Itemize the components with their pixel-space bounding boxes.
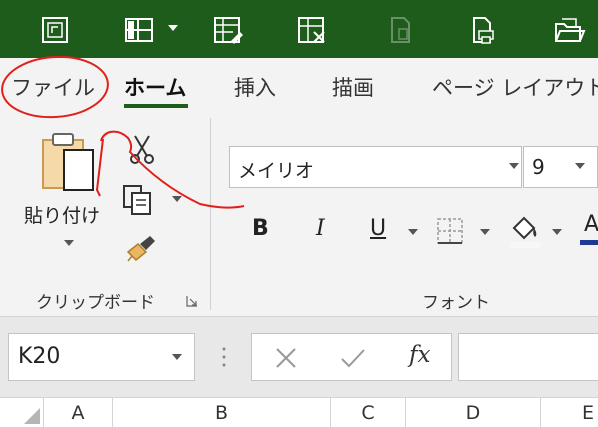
enter-formula-button[interactable] (340, 346, 366, 370)
chevron-down-icon[interactable] (168, 25, 178, 31)
name-box-value: K20 (18, 344, 61, 369)
column-headers: A B C D E (0, 397, 598, 427)
column-header-a[interactable]: A (44, 398, 113, 427)
select-all-button[interactable] (0, 398, 44, 427)
borders-icon (437, 218, 463, 244)
font-color-button[interactable]: A (584, 212, 598, 237)
tab-page-layout[interactable]: ページ レイアウト (432, 72, 598, 102)
group-divider (210, 118, 211, 310)
document-icon (383, 13, 417, 47)
copy-dropdown-icon[interactable] (172, 196, 182, 202)
font-color-bar (580, 240, 598, 245)
cancel-formula-button[interactable] (274, 346, 298, 370)
borders-button[interactable] (436, 217, 466, 247)
font-size-value: 9 (532, 155, 545, 179)
fill-color-dropdown-icon[interactable] (552, 229, 562, 235)
autosave-icon[interactable] (38, 13, 72, 47)
grip-icon (222, 347, 226, 367)
copy-icon (123, 185, 151, 215)
format-table-icon[interactable] (211, 13, 245, 47)
name-box-dropdown-icon[interactable] (172, 354, 182, 360)
font-size-dropdown-icon[interactable] (575, 163, 585, 169)
tab-file[interactable]: ファイル (11, 72, 95, 102)
dialog-launcher-icon (186, 296, 197, 307)
paste-label[interactable]: 貼り付け (24, 201, 100, 228)
font-name-combobox[interactable]: メイリオ (229, 146, 522, 188)
checkmark-icon (341, 349, 365, 368)
formula-bar-grip[interactable] (221, 345, 227, 369)
paste-icon (42, 133, 94, 191)
close-icon (276, 348, 296, 368)
paste-button[interactable] (40, 132, 100, 196)
column-header-d[interactable]: D (406, 398, 541, 427)
print-preview-icon[interactable] (465, 13, 499, 47)
tab-home[interactable]: ホーム (124, 72, 186, 102)
fill-color-icon (510, 216, 540, 248)
delete-table-icon[interactable] (295, 13, 329, 47)
italic-button[interactable]: I (316, 216, 325, 241)
open-folder-icon[interactable] (552, 13, 586, 47)
tab-insert[interactable]: 挿入 (234, 72, 276, 102)
format-painter-icon (126, 236, 155, 262)
scissors-icon (130, 135, 154, 164)
fill-color-button[interactable] (508, 214, 542, 250)
paste-dropdown-icon[interactable] (64, 240, 74, 246)
font-name-value: メイリオ (238, 160, 315, 182)
underline-dropdown-icon[interactable] (408, 229, 418, 235)
clipboard-group-label: クリップボード (36, 293, 155, 313)
format-painter-button[interactable] (124, 234, 158, 264)
column-header-e[interactable]: E (541, 398, 598, 427)
formula-input[interactable] (458, 333, 598, 381)
copy-button[interactable] (122, 184, 156, 216)
cut-button[interactable] (128, 134, 156, 164)
formula-buttons-panel: fx (251, 333, 452, 381)
font-name-dropdown-icon[interactable] (509, 163, 519, 169)
ribbon-tabs: ファイル ホーム 挿入 描画 ページ レイアウト (0, 58, 598, 114)
table-view-icon[interactable] (122, 13, 156, 47)
quick-access-toolbar (0, 0, 598, 58)
font-size-combobox[interactable]: 9 (523, 146, 598, 188)
bold-button[interactable]: B (252, 216, 269, 241)
borders-dropdown-icon[interactable] (480, 229, 490, 235)
column-header-b[interactable]: B (113, 398, 331, 427)
name-box[interactable]: K20 (8, 333, 195, 381)
column-header-c[interactable]: C (331, 398, 406, 427)
clipboard-dialog-launcher[interactable] (186, 292, 198, 307)
active-tab-indicator (124, 104, 188, 108)
tab-draw[interactable]: 描画 (332, 72, 374, 102)
underline-button[interactable]: U (370, 216, 386, 241)
insert-function-button[interactable]: fx (409, 342, 430, 368)
select-all-triangle-icon (24, 408, 40, 424)
font-group-label: フォント (422, 293, 490, 313)
